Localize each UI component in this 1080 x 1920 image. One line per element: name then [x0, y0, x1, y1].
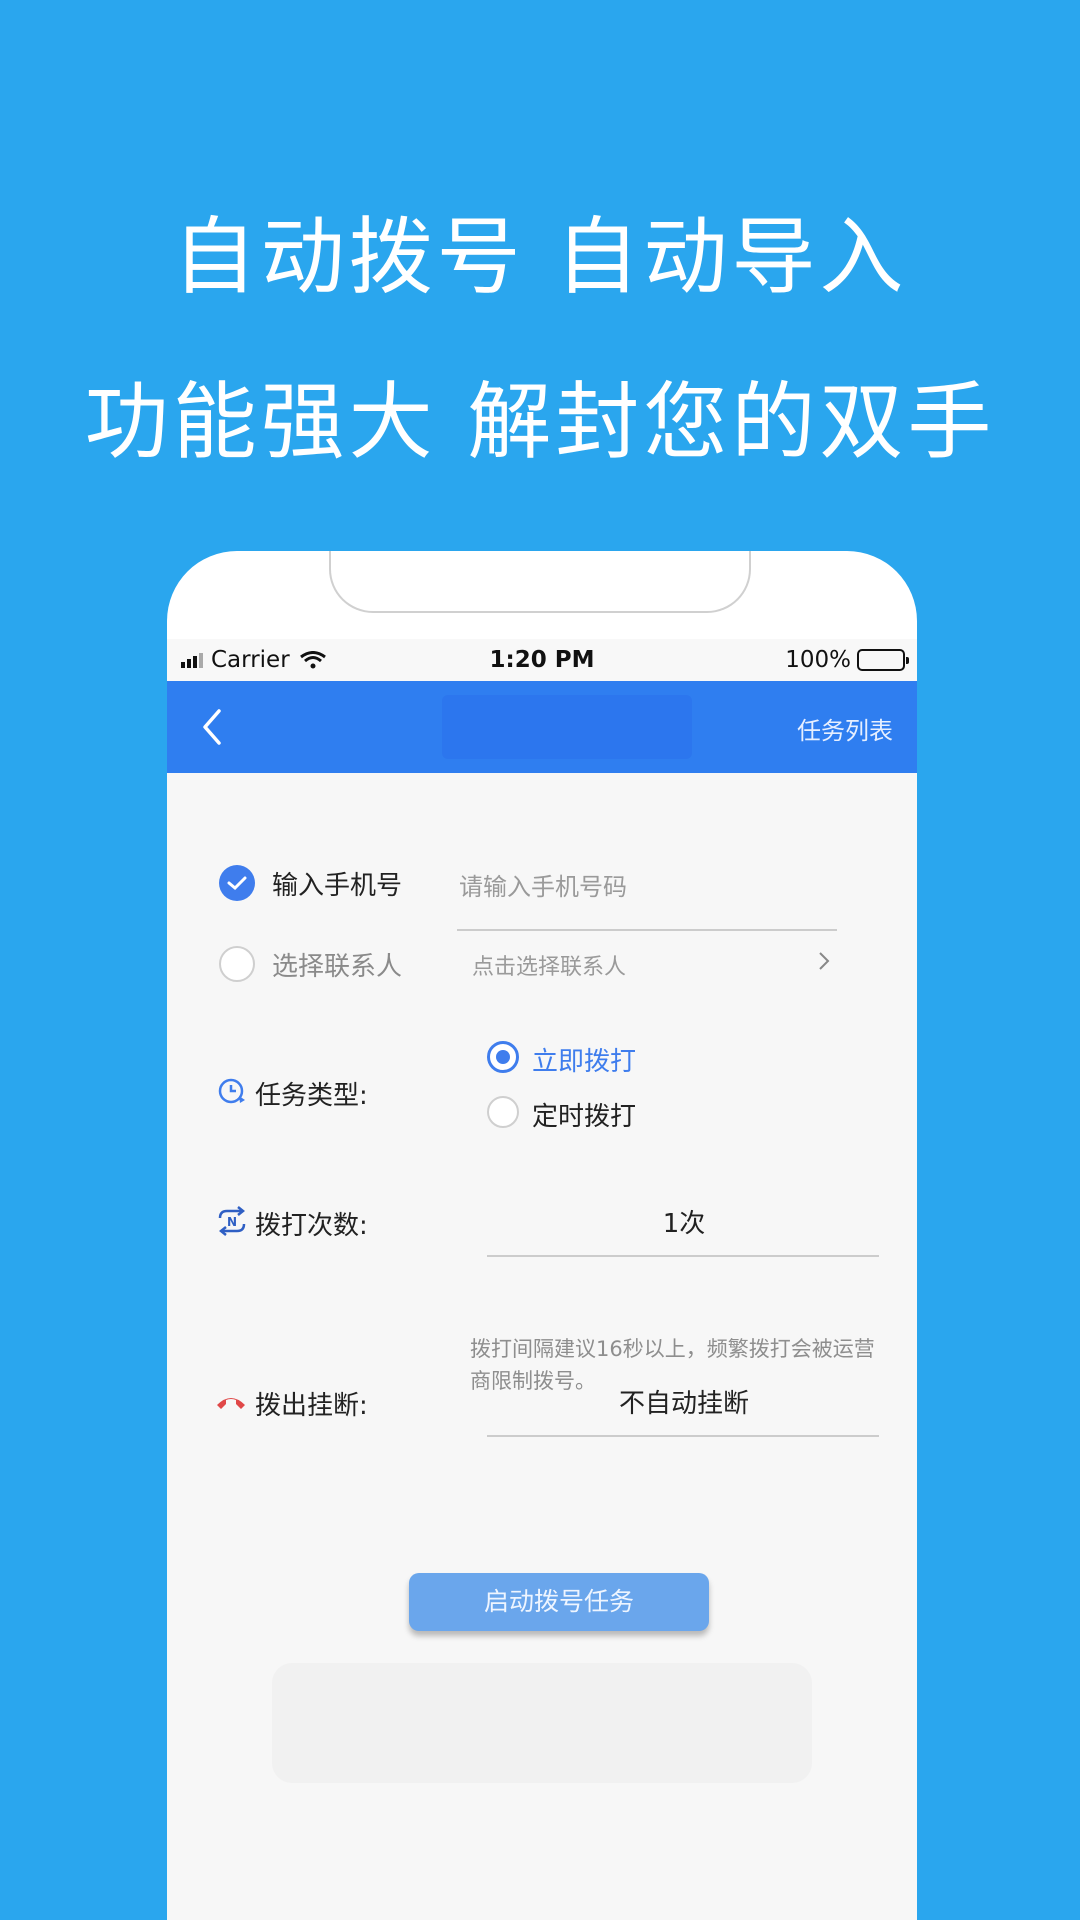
phone-option-check[interactable] — [219, 865, 255, 901]
hangup-underline — [487, 1435, 879, 1437]
task-type-radio-immediate[interactable] — [487, 1041, 519, 1073]
nav-bar: 任务列表 — [167, 681, 917, 773]
phone-notch — [329, 551, 751, 613]
nav-title — [442, 695, 692, 759]
headline-line-1: 自动拨号 自动导入 — [172, 208, 908, 306]
battery-percent: 100% — [785, 647, 851, 673]
form-content: 输入手机号 请输入手机号码 选择联系人 点击选择联系人 任务类型: 立即拨打 定… — [167, 773, 917, 1920]
status-bar: Carrier 1:20 PM 100% — [167, 639, 917, 681]
task-type-radio-scheduled[interactable] — [487, 1096, 519, 1128]
contact-option-label[interactable]: 选择联系人 — [272, 946, 402, 983]
hangup-label: 拨出挂断: — [255, 1391, 368, 1421]
repeat-icon: N — [218, 1206, 246, 1236]
clock-icon — [218, 1078, 245, 1104]
task-type-option-immediate[interactable]: 立即拨打 — [532, 1041, 636, 1078]
phone-hangup-icon — [217, 1398, 245, 1409]
task-type-option-scheduled[interactable]: 定时拨打 — [532, 1096, 636, 1133]
battery-icon — [857, 649, 909, 671]
dial-count-value[interactable]: 1次 — [489, 1203, 879, 1240]
headline-line-2: 功能强大 解封您的双手 — [84, 373, 996, 471]
chevron-right-icon[interactable] — [817, 949, 831, 973]
blurred-region — [272, 1663, 812, 1783]
dial-count-underline — [487, 1255, 879, 1257]
phone-option-label[interactable]: 输入手机号 — [272, 865, 402, 902]
start-dial-task-button[interactable]: 启动拨号任务 — [409, 1573, 709, 1631]
svg-text:N: N — [227, 1215, 237, 1229]
task-type-label: 任务类型: — [255, 1081, 368, 1111]
hangup-value[interactable]: 不自动挂断 — [489, 1383, 879, 1420]
contact-select[interactable]: 点击选择联系人 — [472, 949, 626, 981]
phone-input-underline — [457, 929, 837, 931]
chevron-left-icon[interactable] — [197, 707, 227, 747]
dial-count-label: 拨打次数: — [255, 1211, 368, 1241]
phone-frame: Carrier 1:20 PM 100% 任务列表 输入手机号 请输入手机号码 — [167, 551, 917, 1920]
phone-input[interactable]: 请输入手机号码 — [459, 867, 627, 902]
task-list-button[interactable]: 任务列表 — [797, 711, 893, 746]
contact-option-check[interactable] — [219, 946, 255, 982]
